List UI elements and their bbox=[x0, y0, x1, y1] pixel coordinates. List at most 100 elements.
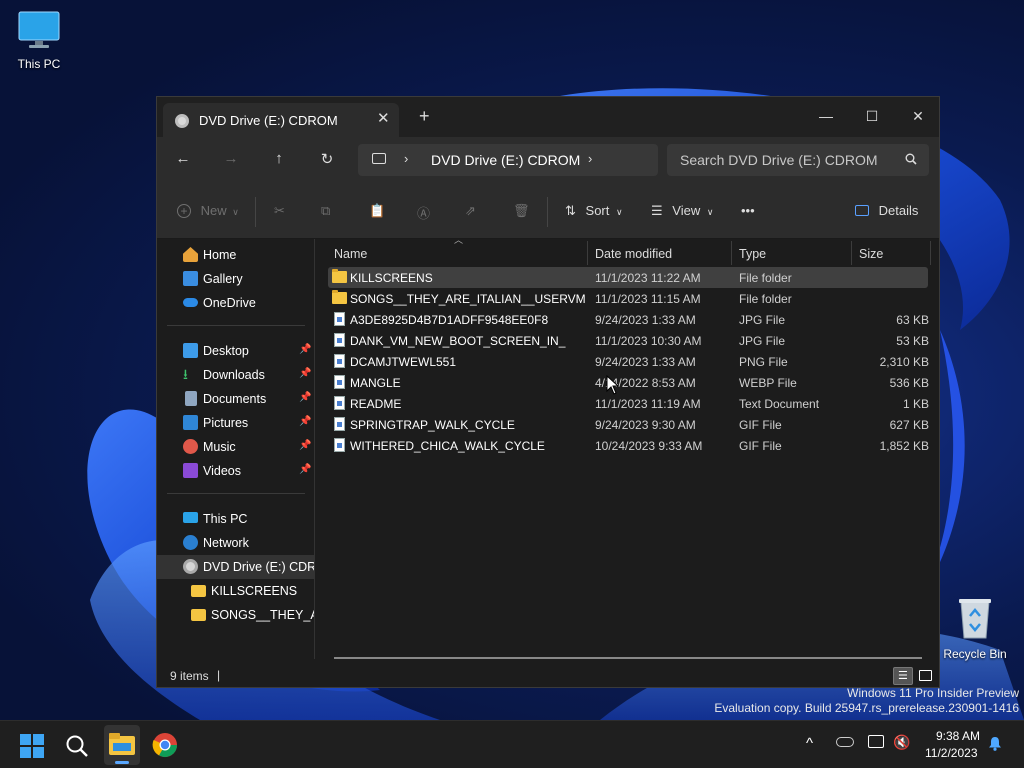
file-icon bbox=[334, 417, 345, 431]
file-type: JPG File bbox=[739, 313, 786, 327]
forward-button[interactable]: → bbox=[221, 150, 241, 167]
table-row[interactable]: DCAMJTWEWL551 9/24/2023 1:33 AM PNG File 2,… bbox=[328, 351, 929, 372]
network-icon[interactable] bbox=[868, 735, 884, 748]
navigation-bar: ← → ↑ ↻ › DVD Drive (E:) CDROM › Search … bbox=[157, 137, 939, 185]
sidebar-item-dvd-drive[interactable]: DVD Drive (E:) CDROM bbox=[157, 555, 314, 579]
horizontal-scrollbar[interactable] bbox=[334, 657, 922, 659]
onedrive-offline-icon[interactable] bbox=[836, 737, 854, 747]
sidebar-item-pictures[interactable]: Pictures 📌 bbox=[157, 411, 314, 435]
file-date: 11/1/2023 11:15 AM bbox=[595, 292, 701, 306]
table-row[interactable]: SONGS__THEY_ARE_ITALIAN__USERVM 11/1/2023… bbox=[328, 288, 928, 309]
file-date: 9/24/2023 9:30 AM bbox=[595, 418, 696, 432]
chevron-right-icon[interactable]: › bbox=[588, 151, 592, 166]
table-row[interactable]: KILLSCREENS 11/1/2023 11:22 AM File folder bbox=[328, 267, 928, 288]
folder-icon bbox=[191, 585, 206, 597]
share-icon[interactable]: ⇗ bbox=[465, 203, 476, 219]
desktop-icon-recycle-bin[interactable]: Recycle Bin bbox=[940, 596, 1010, 661]
column-divider[interactable] bbox=[930, 241, 931, 265]
sidebar-item-videos[interactable]: Videos 📌 bbox=[157, 459, 314, 483]
search-button[interactable] bbox=[64, 733, 90, 759]
sidebar-item-songs[interactable]: SONGS__THEY_ARE_ITALIAN__USERVM bbox=[157, 603, 314, 627]
address-bar[interactable]: › DVD Drive (E:) CDROM › bbox=[358, 144, 658, 176]
new-tab-button[interactable]: + bbox=[419, 107, 430, 125]
pin-icon[interactable]: 📌 bbox=[299, 416, 311, 427]
file-explorer-window: DVD Drive (E:) CDROM ✕ + — ☐ ✕ ← → ↑ ↻ ›… bbox=[156, 96, 940, 688]
search-box[interactable]: Search DVD Drive (E:) CDROM bbox=[667, 144, 929, 176]
table-row[interactable]: A3DE8925D4B7D1ADFF9548EE0F8 9/24/2023 1:3… bbox=[328, 309, 929, 330]
table-row[interactable]: README 11/1/2023 11:19 AM Text Document 1 K… bbox=[328, 393, 929, 414]
back-button[interactable]: ← bbox=[173, 150, 193, 167]
sidebar-item-killscreens[interactable]: KILLSCREENS bbox=[157, 579, 314, 603]
close-button[interactable]: ✕ bbox=[895, 103, 941, 129]
pin-icon[interactable]: 📌 bbox=[299, 440, 311, 451]
tab-title: DVD Drive (E:) CDROM bbox=[199, 113, 338, 128]
details-button[interactable]: Details bbox=[855, 203, 918, 218]
tiles-view-toggle[interactable] bbox=[917, 667, 935, 685]
address-path[interactable]: DVD Drive (E:) CDROM bbox=[431, 152, 580, 168]
sidebar-item-home[interactable]: Home bbox=[157, 243, 314, 267]
pin-icon[interactable]: 📌 bbox=[299, 368, 311, 379]
chevron-right-icon[interactable]: › bbox=[404, 151, 408, 166]
start-button[interactable] bbox=[20, 734, 44, 758]
delete-icon[interactable]: 🗑 bbox=[513, 203, 530, 219]
table-row[interactable]: MANGLE 4/14/2022 8:53 AM WEBP File 536 KB bbox=[328, 372, 929, 393]
sidebar-item-network[interactable]: Network bbox=[157, 531, 314, 555]
network-icon bbox=[183, 535, 198, 550]
column-divider[interactable] bbox=[731, 241, 732, 265]
minimize-button[interactable]: — bbox=[803, 103, 849, 129]
column-header-date[interactable]: Date modified bbox=[595, 247, 672, 261]
sidebar-item-music[interactable]: Music 📌 bbox=[157, 435, 314, 459]
view-button[interactable]: ☰ View ∨ bbox=[651, 203, 713, 219]
column-header-name[interactable]: Name bbox=[334, 247, 367, 261]
tray-chevron-icon[interactable]: ^ bbox=[806, 735, 813, 752]
table-row[interactable]: SPRINGTRAP_WALK_CYCLE 9/24/2023 9:30 AM GI… bbox=[328, 414, 929, 435]
column-divider[interactable] bbox=[851, 241, 852, 265]
pin-icon[interactable]: 📌 bbox=[299, 344, 311, 355]
file-name: KILLSCREENS bbox=[350, 271, 433, 285]
sidebar-item-downloads[interactable]: ⭳ Downloads 📌 bbox=[157, 363, 314, 387]
sidebar-label: This PC bbox=[203, 512, 248, 526]
copy-icon[interactable]: ⧉ bbox=[321, 203, 330, 219]
taskbar-file-explorer[interactable] bbox=[104, 725, 140, 765]
sidebar-label: Documents bbox=[203, 392, 267, 406]
tab-close-icon[interactable]: ✕ bbox=[377, 109, 390, 127]
clock-date[interactable]: 11/2/2023 bbox=[925, 746, 978, 760]
cut-icon[interactable]: ✂ bbox=[274, 203, 285, 219]
paste-icon[interactable]: 📋 bbox=[369, 203, 385, 219]
column-header-type[interactable]: Type bbox=[739, 247, 766, 261]
sidebar-item-onedrive[interactable]: OneDrive bbox=[157, 291, 314, 315]
rename-icon[interactable]: Ⓐ bbox=[417, 203, 430, 222]
sort-button[interactable]: ⇅ Sort ∨ bbox=[565, 203, 623, 219]
details-view-toggle[interactable]: ☰ bbox=[893, 667, 913, 685]
search-placeholder[interactable]: Search DVD Drive (E:) CDROM bbox=[680, 152, 878, 168]
taskbar-chrome[interactable] bbox=[152, 732, 178, 758]
tab-dvd-drive[interactable]: DVD Drive (E:) CDROM ✕ bbox=[163, 103, 399, 137]
more-options-button[interactable]: ••• bbox=[741, 203, 755, 218]
table-row[interactable]: DANK_VM_NEW_BOOT_SCREEN_IN_ 11/1/2023 10:… bbox=[328, 330, 929, 351]
sidebar-item-desktop[interactable]: Desktop 📌 bbox=[157, 339, 314, 363]
new-button[interactable]: + New ∨ bbox=[177, 203, 239, 218]
sidebar-item-gallery[interactable]: Gallery bbox=[157, 267, 314, 291]
pin-icon[interactable]: 📌 bbox=[299, 464, 311, 475]
refresh-button[interactable]: ↻ bbox=[317, 150, 337, 168]
maximize-button[interactable]: ☐ bbox=[849, 103, 895, 129]
sidebar-label: Desktop bbox=[203, 344, 249, 358]
sidebar-label: Videos bbox=[203, 464, 241, 478]
file-icon bbox=[334, 354, 345, 368]
sidebar-item-documents[interactable]: Documents 📌 bbox=[157, 387, 314, 411]
volume-muted-icon[interactable]: 🔇 bbox=[893, 734, 910, 751]
clock-time[interactable]: 9:38 AM bbox=[936, 729, 980, 743]
cloud-icon bbox=[183, 298, 198, 307]
separator bbox=[255, 197, 256, 227]
desktop-icon-this-pc[interactable]: This PC bbox=[4, 10, 74, 71]
separator bbox=[547, 197, 548, 227]
pin-icon[interactable]: 📌 bbox=[299, 392, 311, 403]
file-date: 9/24/2023 1:33 AM bbox=[595, 313, 696, 327]
column-divider[interactable] bbox=[587, 241, 588, 265]
table-row[interactable]: WITHERED_CHICA_WALK_CYCLE 10/24/2023 9:33… bbox=[328, 435, 929, 456]
sidebar-item-this-pc[interactable]: This PC bbox=[157, 507, 314, 531]
notification-bell-icon[interactable] bbox=[988, 736, 1002, 751]
column-header-size[interactable]: Size bbox=[859, 247, 883, 261]
title-bar: DVD Drive (E:) CDROM ✕ + — ☐ ✕ bbox=[157, 97, 939, 137]
up-button[interactable]: ↑ bbox=[269, 150, 289, 167]
